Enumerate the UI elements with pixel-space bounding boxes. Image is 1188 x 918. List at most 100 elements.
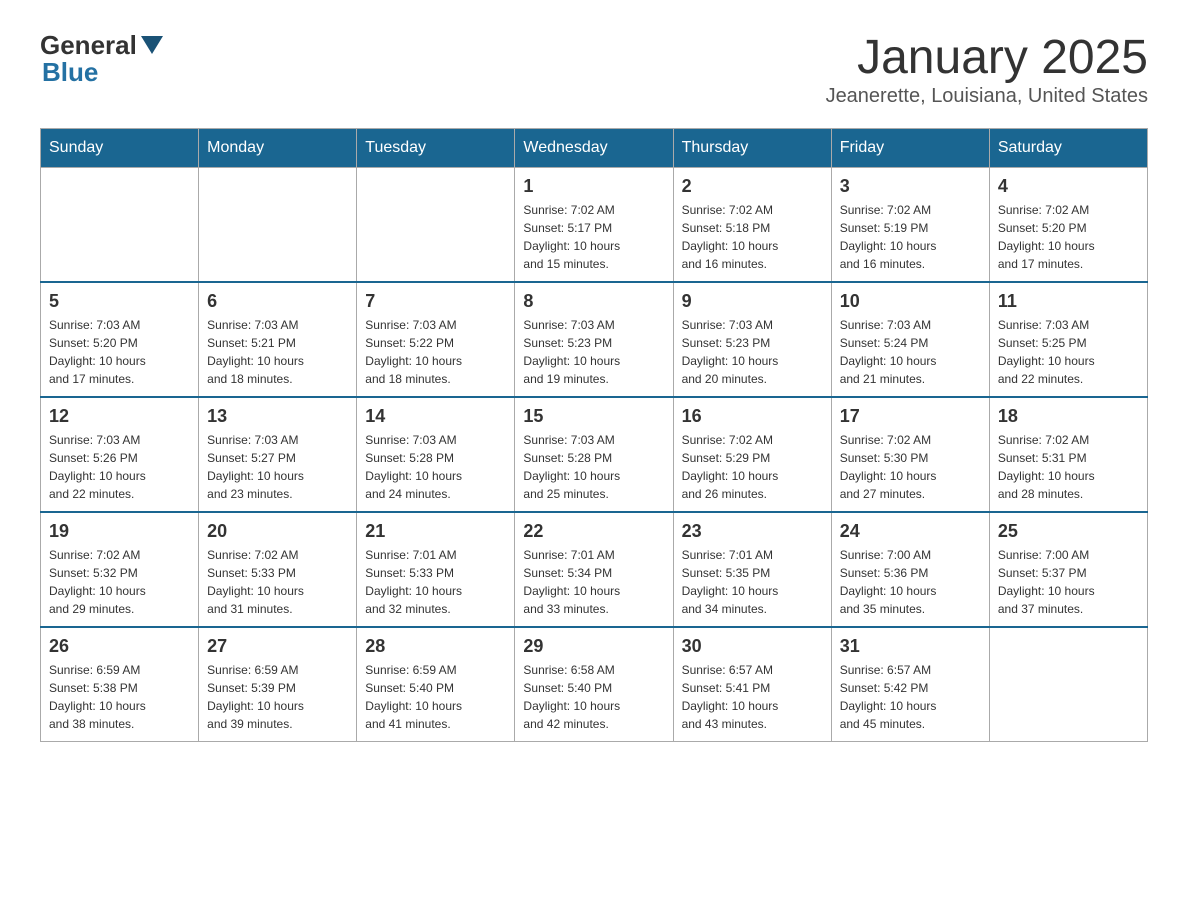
calendar-week-row: 1Sunrise: 7:02 AMSunset: 5:17 PMDaylight… [41, 168, 1148, 283]
calendar-cell: 5 Sunrise: 7:03 AMSunset: 5:20 PMDaylight… [41, 282, 199, 397]
day-number: 5 [49, 291, 190, 312]
day-number: 6 [207, 291, 348, 312]
location-text: Jeanerette, Louisiana, United States [826, 85, 1148, 108]
day-info: Sunrise: 7:01 AMSunset: 5:35 PMDaylight:… [682, 546, 823, 618]
weekday-header-tuesday: Tuesday [357, 129, 515, 168]
calendar-week-row: 19Sunrise: 7:02 AMSunset: 5:32 PMDayligh… [41, 512, 1148, 627]
calendar-week-row: 12 Sunrise: 7:03 AMSunset: 5:26 PMDayligh… [41, 397, 1148, 512]
calendar-cell: 4Sunrise: 7:02 AMSunset: 5:20 PMDaylight… [989, 168, 1147, 283]
logo-blue-text: Blue [42, 57, 163, 88]
calendar-header-row: SundayMondayTuesdayWednesdayThursdayFrid… [41, 129, 1148, 168]
day-info: Sunrise: 7:02 AMSunset: 5:29 PMDaylight:… [682, 431, 823, 503]
weekday-header-monday: Monday [199, 129, 357, 168]
day-info: Sunrise: 7:03 AMSunset: 5:20 PMDaylight:… [49, 316, 190, 388]
day-info: Sunrise: 7:02 AMSunset: 5:30 PMDaylight:… [840, 431, 981, 503]
day-number: 26 [49, 636, 190, 657]
day-number: 14 [365, 406, 506, 427]
day-number: 30 [682, 636, 823, 657]
logo-arrow-icon [141, 36, 163, 54]
calendar-cell: 18Sunrise: 7:02 AMSunset: 5:31 PMDayligh… [989, 397, 1147, 512]
day-number: 1 [523, 176, 664, 197]
day-info: Sunrise: 6:57 AMSunset: 5:41 PMDaylight:… [682, 661, 823, 733]
day-info: Sunrise: 7:01 AMSunset: 5:33 PMDaylight:… [365, 546, 506, 618]
calendar-cell [989, 627, 1147, 742]
calendar-cell: 26 Sunrise: 6:59 AMSunset: 5:38 PMDayligh… [41, 627, 199, 742]
day-info: Sunrise: 6:57 AMSunset: 5:42 PMDaylight:… [840, 661, 981, 733]
day-info: Sunrise: 7:02 AMSunset: 5:33 PMDaylight:… [207, 546, 348, 618]
day-number: 16 [682, 406, 823, 427]
day-number: 4 [998, 176, 1139, 197]
day-number: 2 [682, 176, 823, 197]
calendar-cell [199, 168, 357, 283]
calendar-cell: 24 Sunrise: 7:00 AMSunset: 5:36 PMDayligh… [831, 512, 989, 627]
day-number: 7 [365, 291, 506, 312]
day-info: Sunrise: 6:59 AMSunset: 5:40 PMDaylight:… [365, 661, 506, 733]
calendar-cell: 31 Sunrise: 6:57 AMSunset: 5:42 PMDayligh… [831, 627, 989, 742]
calendar-cell: 30 Sunrise: 6:57 AMSunset: 5:41 PMDayligh… [673, 627, 831, 742]
day-number: 28 [365, 636, 506, 657]
calendar-cell: 8Sunrise: 7:03 AMSunset: 5:23 PMDaylight… [515, 282, 673, 397]
calendar-cell: 25 Sunrise: 7:00 AMSunset: 5:37 PMDayligh… [989, 512, 1147, 627]
page-header: General Blue January 2025 Jeanerette, Lo… [40, 30, 1148, 108]
day-info: Sunrise: 7:03 AMSunset: 5:23 PMDaylight:… [682, 316, 823, 388]
day-number: 24 [840, 521, 981, 542]
calendar-cell: 14Sunrise: 7:03 AMSunset: 5:28 PMDayligh… [357, 397, 515, 512]
day-info: Sunrise: 7:03 AMSunset: 5:27 PMDaylight:… [207, 431, 348, 503]
weekday-header-sunday: Sunday [41, 129, 199, 168]
calendar-week-row: 5 Sunrise: 7:03 AMSunset: 5:20 PMDaylight… [41, 282, 1148, 397]
calendar-cell [41, 168, 199, 283]
calendar-cell: 9Sunrise: 7:03 AMSunset: 5:23 PMDaylight… [673, 282, 831, 397]
calendar-cell: 6 Sunrise: 7:03 AMSunset: 5:21 PMDaylight… [199, 282, 357, 397]
day-info: Sunrise: 7:03 AMSunset: 5:26 PMDaylight:… [49, 431, 190, 503]
day-info: Sunrise: 7:00 AMSunset: 5:37 PMDaylight:… [998, 546, 1139, 618]
day-number: 31 [840, 636, 981, 657]
calendar-cell: 13 Sunrise: 7:03 AMSunset: 5:27 PMDayligh… [199, 397, 357, 512]
day-info: Sunrise: 7:03 AMSunset: 5:25 PMDaylight:… [998, 316, 1139, 388]
day-number: 11 [998, 291, 1139, 312]
calendar-cell [357, 168, 515, 283]
day-info: Sunrise: 7:03 AMSunset: 5:22 PMDaylight:… [365, 316, 506, 388]
day-number: 13 [207, 406, 348, 427]
day-info: Sunrise: 7:03 AMSunset: 5:21 PMDaylight:… [207, 316, 348, 388]
calendar-cell: 23 Sunrise: 7:01 AMSunset: 5:35 PMDayligh… [673, 512, 831, 627]
calendar-cell: 19Sunrise: 7:02 AMSunset: 5:32 PMDayligh… [41, 512, 199, 627]
logo: General Blue [40, 30, 163, 88]
day-info: Sunrise: 7:02 AMSunset: 5:19 PMDaylight:… [840, 201, 981, 273]
day-number: 10 [840, 291, 981, 312]
day-info: Sunrise: 7:03 AMSunset: 5:24 PMDaylight:… [840, 316, 981, 388]
day-number: 15 [523, 406, 664, 427]
day-info: Sunrise: 7:03 AMSunset: 5:23 PMDaylight:… [523, 316, 664, 388]
calendar-week-row: 26 Sunrise: 6:59 AMSunset: 5:38 PMDayligh… [41, 627, 1148, 742]
day-info: Sunrise: 6:59 AMSunset: 5:38 PMDaylight:… [49, 661, 190, 733]
calendar-cell: 12 Sunrise: 7:03 AMSunset: 5:26 PMDayligh… [41, 397, 199, 512]
calendar-cell: 17 Sunrise: 7:02 AMSunset: 5:30 PMDayligh… [831, 397, 989, 512]
calendar-cell: 15Sunrise: 7:03 AMSunset: 5:28 PMDayligh… [515, 397, 673, 512]
weekday-header-thursday: Thursday [673, 129, 831, 168]
day-info: Sunrise: 7:01 AMSunset: 5:34 PMDaylight:… [523, 546, 664, 618]
weekday-header-wednesday: Wednesday [515, 129, 673, 168]
day-number: 17 [840, 406, 981, 427]
calendar-cell: 2Sunrise: 7:02 AMSunset: 5:18 PMDaylight… [673, 168, 831, 283]
calendar-table: SundayMondayTuesdayWednesdayThursdayFrid… [40, 128, 1148, 742]
calendar-cell: 21 Sunrise: 7:01 AMSunset: 5:33 PMDayligh… [357, 512, 515, 627]
calendar-cell: 22 Sunrise: 7:01 AMSunset: 5:34 PMDayligh… [515, 512, 673, 627]
day-number: 25 [998, 521, 1139, 542]
day-number: 23 [682, 521, 823, 542]
day-info: Sunrise: 7:02 AMSunset: 5:31 PMDaylight:… [998, 431, 1139, 503]
day-number: 27 [207, 636, 348, 657]
calendar-cell: 28 Sunrise: 6:59 AMSunset: 5:40 PMDayligh… [357, 627, 515, 742]
day-number: 22 [523, 521, 664, 542]
month-title: January 2025 [826, 30, 1148, 85]
day-number: 12 [49, 406, 190, 427]
day-info: Sunrise: 6:58 AMSunset: 5:40 PMDaylight:… [523, 661, 664, 733]
day-number: 21 [365, 521, 506, 542]
day-number: 3 [840, 176, 981, 197]
calendar-cell: 29 Sunrise: 6:58 AMSunset: 5:40 PMDayligh… [515, 627, 673, 742]
calendar-cell: 1Sunrise: 7:02 AMSunset: 5:17 PMDaylight… [515, 168, 673, 283]
day-info: Sunrise: 7:00 AMSunset: 5:36 PMDaylight:… [840, 546, 981, 618]
day-number: 29 [523, 636, 664, 657]
calendar-cell: 16 Sunrise: 7:02 AMSunset: 5:29 PMDayligh… [673, 397, 831, 512]
weekday-header-friday: Friday [831, 129, 989, 168]
calendar-cell: 20Sunrise: 7:02 AMSunset: 5:33 PMDayligh… [199, 512, 357, 627]
calendar-cell: 7 Sunrise: 7:03 AMSunset: 5:22 PMDaylight… [357, 282, 515, 397]
